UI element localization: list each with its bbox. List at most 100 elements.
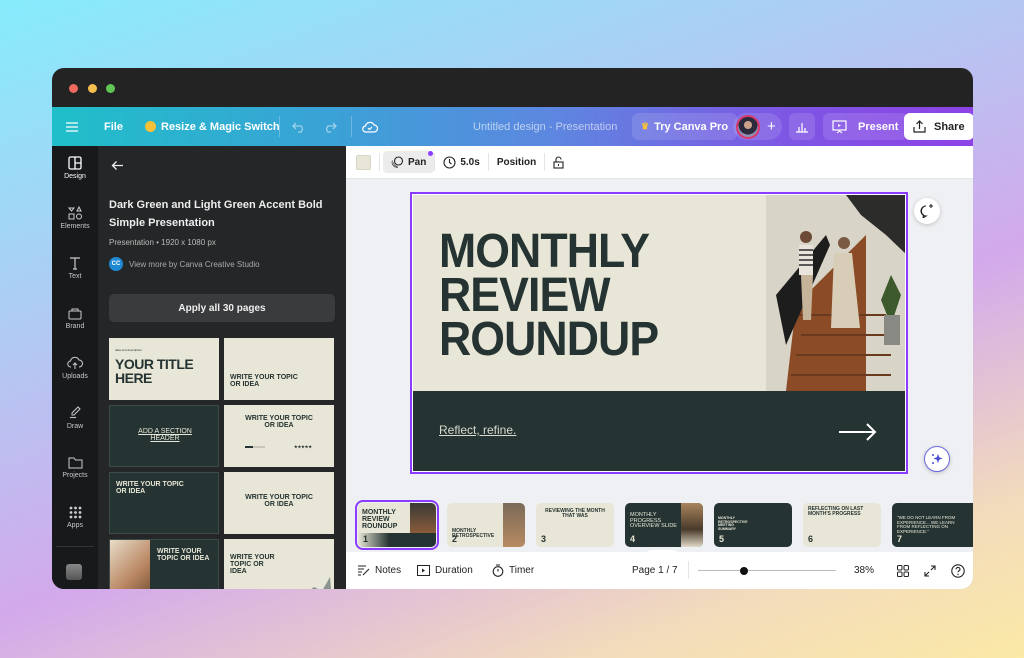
page-thumbnail-text: MONTHLY RETROSPECTIVE — [452, 528, 495, 539]
zoom-slider-handle[interactable] — [739, 566, 748, 575]
add-collaborator-icon[interactable]: + — [767, 118, 776, 135]
slide-canvas[interactable]: MONTHLY REVIEW ROUNDUP Reflect, refine. — [410, 192, 908, 474]
template-page[interactable]: WRITE YOUR TOPIC OR IDEA — [224, 472, 334, 534]
share-label: Share — [934, 120, 965, 133]
rail-item-projects[interactable]: Projects — [52, 456, 98, 479]
collaborators[interactable]: + — [733, 113, 782, 140]
rail-item-draw[interactable]: Draw — [52, 406, 98, 430]
notes-icon — [358, 565, 370, 576]
notes-button[interactable]: Notes — [358, 565, 401, 576]
page-thumbnail-text: MONTHLY REVIEW ROUNDUP — [362, 509, 398, 530]
template-page-text: WRITE YOUR TOPIC OR IDEA — [230, 374, 298, 388]
page-thumbnail-7[interactable]: "WE DO NOT LEARN FROM EXPERIENCE... WE L… — [892, 503, 973, 547]
save-status-button[interactable] — [362, 107, 378, 146]
divider — [688, 561, 689, 579]
present-label: Present — [858, 120, 899, 133]
help-button[interactable] — [951, 563, 965, 578]
undo-icon — [292, 122, 303, 133]
fullscreen-button[interactable] — [924, 564, 936, 577]
page-thumbnail-5[interactable]: MONTHLY RETROSPECTIVE MEETING SUMMARY 5 — [714, 503, 792, 547]
document-title[interactable]: Untitled design - Presentation — [473, 107, 617, 146]
timer-label: Timer — [509, 565, 535, 576]
left-rail: Design Elements Text Brand Uploads Draw … — [52, 146, 98, 589]
app-window: File Resize & Magic Switch Untitled desi… — [52, 68, 973, 589]
rail-item-uploads[interactable]: Uploads — [52, 356, 98, 380]
page-indicator[interactable]: Page 1 / 7 — [632, 565, 678, 576]
slide-photo[interactable] — [766, 195, 905, 391]
timer-button[interactable]: Timer — [492, 564, 534, 577]
rail-item-text[interactable]: Text — [52, 256, 98, 280]
template-title: Dark Green and Light Green Accent Bold S… — [109, 199, 323, 229]
page-strip: MONTHLY REVIEW ROUNDUP 1 MONTHLY RETROSP… — [346, 146, 973, 550]
page-thumbnail-3[interactable]: REVIEWING THE MONTH THAT WAS 3 — [536, 503, 614, 547]
play-box-icon — [417, 565, 430, 576]
brand-icon — [68, 308, 82, 320]
slide-title[interactable]: MONTHLY REVIEW ROUNDUP — [439, 227, 659, 367]
page-thumbnail-4[interactable]: MONTHLY PROGRESS OVERVIEW SLIDE 4 — [625, 503, 703, 547]
magic-media-app-icon[interactable] — [66, 564, 82, 580]
rail-item-brand[interactable]: Brand — [52, 306, 98, 330]
close-window-button[interactable] — [69, 84, 78, 93]
page-thumbnail-text: REFLECTING ON LAST MONTH'S PROGRESS — [808, 506, 864, 517]
page-thumbnail-text: MONTHLY RETROSPECTIVE MEETING SUMMARY — [718, 516, 748, 531]
grid-view-button[interactable] — [897, 564, 909, 577]
crown-icon — [145, 121, 156, 132]
apply-all-pages-button[interactable]: Apply all 30 pages — [109, 294, 335, 322]
upload-share-icon — [913, 120, 926, 133]
template-page[interactable]: WRITE YOUR TOPIC OR IDEA ★★★★★ — [224, 405, 334, 467]
template-page[interactable]: WRITE YOUR TOPIC OR IDEA — [109, 472, 219, 534]
rail-label: Elements — [60, 223, 90, 230]
slide-title-line: ROUNDUP — [439, 313, 659, 367]
expand-icon — [924, 564, 936, 577]
redo-button[interactable] — [323, 107, 337, 146]
template-page[interactable]: WRITE YOUR TOPIC OR IDEA — [109, 539, 219, 589]
template-page-text: WRITE YOUR TOPIC OR IDEA — [245, 494, 313, 508]
try-pro-label: Try Canva Pro — [654, 120, 729, 133]
rail-item-elements[interactable]: Elements — [52, 206, 98, 230]
try-canva-pro-button[interactable]: ♛ Try Canva Pro — [632, 113, 738, 140]
rail-item-apps[interactable]: Apps — [52, 506, 98, 529]
rail-label: Uploads — [62, 373, 88, 380]
undo-button[interactable] — [292, 107, 306, 146]
duration-toggle[interactable]: Duration — [417, 565, 473, 576]
minimize-window-button[interactable] — [88, 84, 97, 93]
template-page-text: WRITE YOUR TOPIC OR IDEA — [230, 554, 275, 575]
present-icon — [832, 119, 847, 133]
insights-button[interactable] — [789, 113, 815, 140]
page-thumbnail-2[interactable]: MONTHLY RETROSPECTIVE 2 — [447, 503, 525, 547]
page-number: 3 — [541, 534, 547, 544]
text-icon — [70, 257, 80, 270]
template-page[interactable]: WRITE YOUR TOPIC OR IDEA — [224, 338, 334, 400]
present-button[interactable]: Present — [823, 113, 908, 140]
template-page[interactable]: ADD A SECTION HEADER — [109, 405, 219, 467]
rail-label: Design — [64, 173, 86, 180]
slide-subtitle[interactable]: Reflect, refine. — [439, 423, 516, 437]
menu-button[interactable] — [66, 107, 78, 146]
divider — [351, 116, 352, 137]
template-page[interactable]: WRITE YOUR TOPIC OR IDEA — [224, 539, 334, 589]
stopwatch-icon — [492, 564, 504, 577]
author-link[interactable]: CC View more by Canva Creative Studio — [109, 257, 260, 271]
sparkle-icon — [932, 454, 943, 464]
arrow-left-icon — [111, 161, 123, 170]
share-button[interactable]: Share — [904, 113, 973, 140]
resize-magic-switch-button[interactable]: Resize & Magic Switch — [145, 107, 280, 146]
page-thumbnail-6[interactable]: REFLECTING ON LAST MONTH'S PROGRESS 6 — [803, 503, 881, 547]
zoom-percentage-text: 38% — [854, 565, 875, 576]
user-avatar[interactable] — [736, 114, 760, 139]
bar-chart-icon — [796, 122, 808, 133]
resize-label: Resize & Magic Switch — [161, 120, 280, 133]
rail-item-design[interactable]: Design — [52, 156, 98, 180]
apps-icon — [69, 506, 81, 519]
notes-label: Notes — [375, 565, 402, 576]
projects-icon — [68, 457, 82, 469]
zoom-percentage[interactable]: 38% — [854, 565, 874, 576]
top-toolbar: File Resize & Magic Switch Untitled desi… — [52, 107, 973, 146]
magic-assistant-button[interactable] — [924, 446, 950, 472]
back-button[interactable] — [111, 158, 124, 176]
template-page[interactable]: data and description YOUR TITLE HERE — [109, 338, 219, 400]
zoom-slider[interactable] — [698, 566, 836, 575]
file-menu[interactable]: File — [104, 107, 123, 146]
page-thumbnail-1[interactable]: MONTHLY REVIEW ROUNDUP 1 — [355, 500, 439, 550]
maximize-window-button[interactable] — [106, 84, 115, 93]
